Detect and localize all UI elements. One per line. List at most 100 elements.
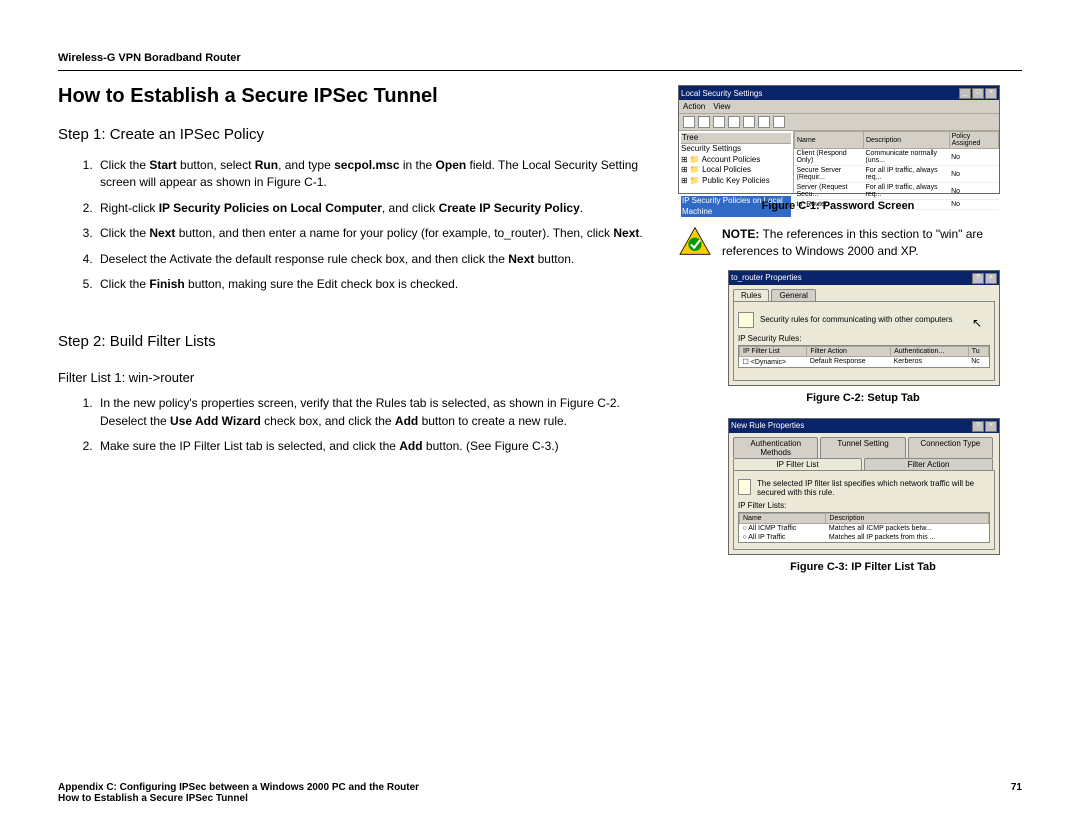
toolbar-icon: [683, 116, 695, 128]
fig2-title: to_router Properties: [731, 273, 802, 282]
fig3-caption: Figure C-3: IP Filter List Tab: [728, 561, 998, 573]
cursor-icon: ↖: [972, 316, 982, 330]
step2-item: In the new policy's properties screen, v…: [96, 395, 658, 430]
note-text: NOTE: The references in this section to …: [722, 226, 998, 260]
tree-node: Security Settings: [681, 144, 791, 154]
tab-rules: Rules: [733, 289, 769, 301]
list-row: Secure Server (Requir...For all IP traff…: [795, 166, 999, 183]
grid-row: ○ All IP TrafficMatches all IP packets f…: [740, 533, 989, 542]
col-tu: Tu: [968, 346, 988, 356]
fig1-title: Local Security Settings: [681, 89, 762, 98]
step1-item: Click the Next button, and then enter a …: [96, 225, 658, 242]
window-buttons: _□×: [958, 87, 997, 99]
list-row: Server (Request Secu...For all IP traffi…: [795, 183, 999, 200]
col-filteraction: Filter Action: [807, 346, 891, 356]
warning-icon: [678, 226, 712, 256]
toolbar-icon: [758, 116, 770, 128]
page-footer: Appendix C: Configuring IPSec between a …: [58, 782, 1022, 804]
fig3-grid: NameDescription ○ All ICMP TrafficMatche…: [738, 512, 990, 543]
tree-header: Tree: [681, 133, 791, 144]
page: Wireless-G VPN Boradband Router How to E…: [0, 0, 1080, 834]
fig2-caption: Figure C-2: Setup Tab: [728, 392, 998, 404]
step2-item: Make sure the IP Filter List tab is sele…: [96, 438, 658, 455]
toolbar-icon: [698, 116, 710, 128]
tree-node: ⊞ 📁 Local Policies: [681, 165, 791, 175]
running-header: Wireless-G VPN Boradband Router: [58, 52, 1022, 64]
grid-row: ○ All ICMP TrafficMatches all ICMP packe…: [740, 523, 989, 533]
col-name: Name: [740, 513, 826, 523]
step1-item: Deselect the Activate the default respon…: [96, 251, 658, 268]
main-text-column: How to Establish a Secure IPSec Tunnel S…: [58, 85, 658, 587]
close-icon: ×: [985, 421, 997, 432]
col-desc: Description: [863, 132, 949, 149]
tab-auth-methods: Authentication Methods: [733, 437, 818, 458]
step1-item: Right-click IP Security Policies on Loca…: [96, 200, 658, 217]
fig2-panel: Security rules for communicating with ot…: [733, 301, 995, 381]
toolbar-icon: [713, 116, 725, 128]
tree-node: ⊞ 📁 Account Policies: [681, 155, 791, 165]
menu-action: Action: [683, 102, 705, 111]
col-filterlist: IP Filter List: [740, 346, 807, 356]
rules-icon: [738, 312, 754, 328]
help-icon: ?: [972, 421, 984, 432]
col-name: Name: [795, 132, 864, 149]
fig3-tabs-bot: IP Filter List Filter Action: [729, 458, 999, 470]
tab-conn-type: Connection Type: [908, 437, 993, 458]
fig1-toolbar: [679, 114, 999, 131]
figure-c3-window: New Rule Properties ?× Authentication Me…: [728, 418, 1000, 555]
step1-heading: Step 1: Create an IPSec Policy: [58, 126, 658, 143]
col-description: Description: [826, 513, 989, 523]
menu-view: View: [713, 102, 730, 111]
page-title: How to Establish a Secure IPSec Tunnel: [58, 85, 658, 108]
fig2-grid: IP Filter ListFilter ActionAuthenticatio…: [738, 345, 990, 368]
fig1-menubar: Action View: [679, 100, 999, 114]
fig3-title: New Rule Properties: [731, 421, 804, 430]
fig3-titlebar: New Rule Properties ?×: [729, 419, 999, 433]
tab-general: General: [771, 289, 815, 301]
footer-sub: How to Establish a Secure IPSec Tunnel: [58, 793, 1022, 804]
close-icon: ×: [985, 273, 997, 284]
tab-tunnel-setting: Tunnel Setting: [820, 437, 905, 458]
step1-item: Click the Finish button, making sure the…: [96, 276, 658, 293]
fig2-tabs: Rules General: [729, 285, 999, 301]
fig1-listview: NameDescriptionPolicy Assigned Client (R…: [794, 131, 999, 193]
fig3-desc: The selected IP filter list specifies wh…: [757, 479, 990, 497]
fig1-tree: Tree Security Settings ⊞ 📁 Account Polic…: [679, 131, 794, 193]
toolbar-icon: [773, 116, 785, 128]
grid-row: ☐ <Dynamic>Default ResponseKerberosNc: [740, 356, 989, 367]
header-rule: [58, 70, 1022, 71]
fig3-grid-label: IP Filter Lists:: [738, 501, 990, 510]
minimize-icon: _: [959, 88, 971, 99]
note-block: NOTE: The references in this section to …: [678, 226, 998, 260]
fig2-desc: Security rules for communicating with ot…: [760, 315, 953, 324]
col-auth: Authentication...: [891, 346, 969, 356]
figure-c1-window: Local Security Settings _□× Action View: [678, 85, 1000, 194]
step1-list: Click the Start button, select Run, and …: [58, 157, 658, 293]
close-icon: ×: [985, 88, 997, 99]
tab-filter-action: Filter Action: [864, 458, 993, 470]
fig2-grid-label: IP Security Rules:: [738, 334, 801, 343]
figure-c2-window: to_router Properties ?× Rules General Se…: [728, 270, 1000, 386]
maximize-icon: □: [972, 88, 984, 99]
figures-column: Local Security Settings _□× Action View: [678, 85, 998, 587]
step2-list: In the new policy's properties screen, v…: [58, 395, 658, 455]
list-row: Client (Respond Only)Communicate normall…: [795, 149, 999, 166]
step1-item: Click the Start button, select Run, and …: [96, 157, 658, 192]
tab-ip-filter-list: IP Filter List: [733, 458, 862, 470]
toolbar-icon: [743, 116, 755, 128]
col-policy-assigned: Policy Assigned: [949, 132, 998, 149]
tree-node: ⊞ 📁 Public Key Policies: [681, 176, 791, 186]
fig3-panel: The selected IP filter list specifies wh…: [733, 470, 995, 550]
step2-heading: Step 2: Build Filter Lists: [58, 333, 658, 350]
window-buttons: ?×: [971, 420, 997, 432]
filter-list-icon: [738, 479, 751, 495]
footer-left: Appendix C: Configuring IPSec between a …: [58, 782, 419, 793]
fig3-tabs-top: Authentication Methods Tunnel Setting Co…: [729, 433, 999, 458]
fig1-titlebar: Local Security Settings _□×: [679, 86, 999, 100]
help-icon: ?: [972, 273, 984, 284]
window-buttons: ?×: [971, 272, 997, 284]
fig2-titlebar: to_router Properties ?×: [729, 271, 999, 285]
page-number: 71: [1011, 782, 1022, 793]
toolbar-icon: [728, 116, 740, 128]
step2-subheading: Filter List 1: win->router: [58, 370, 658, 385]
